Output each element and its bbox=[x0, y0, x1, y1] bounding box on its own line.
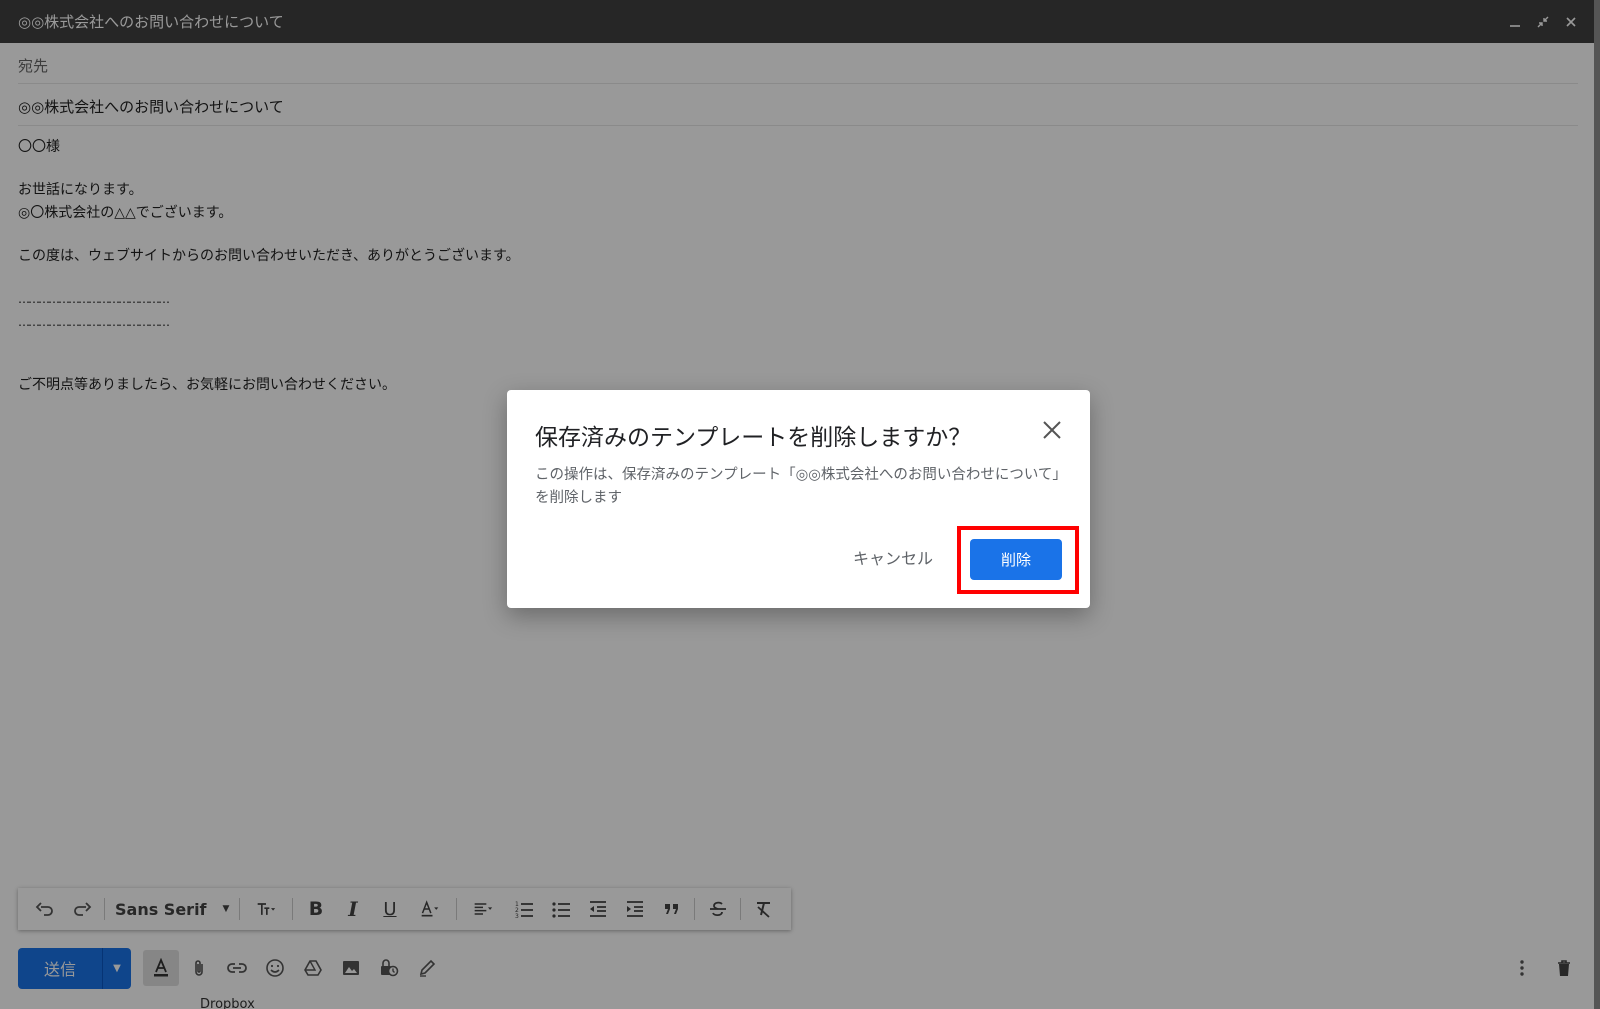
dialog-title: 保存済みのテンプレートを削除しますか？ bbox=[535, 425, 972, 451]
delete-button[interactable]: 削除 bbox=[970, 539, 1062, 580]
delete-template-dialog: 保存済みのテンプレートを削除しますか？ この操作は、保存済みのテンプレート「◎◎… bbox=[507, 390, 1090, 608]
cancel-button[interactable]: キャンセル bbox=[853, 541, 933, 573]
close-icon[interactable] bbox=[1040, 418, 1064, 442]
window-edge bbox=[1594, 0, 1600, 1009]
dialog-message: この操作は、保存済みのテンプレート「◎◎株式会社へのお問い合わせについて」を削除… bbox=[535, 467, 1067, 506]
